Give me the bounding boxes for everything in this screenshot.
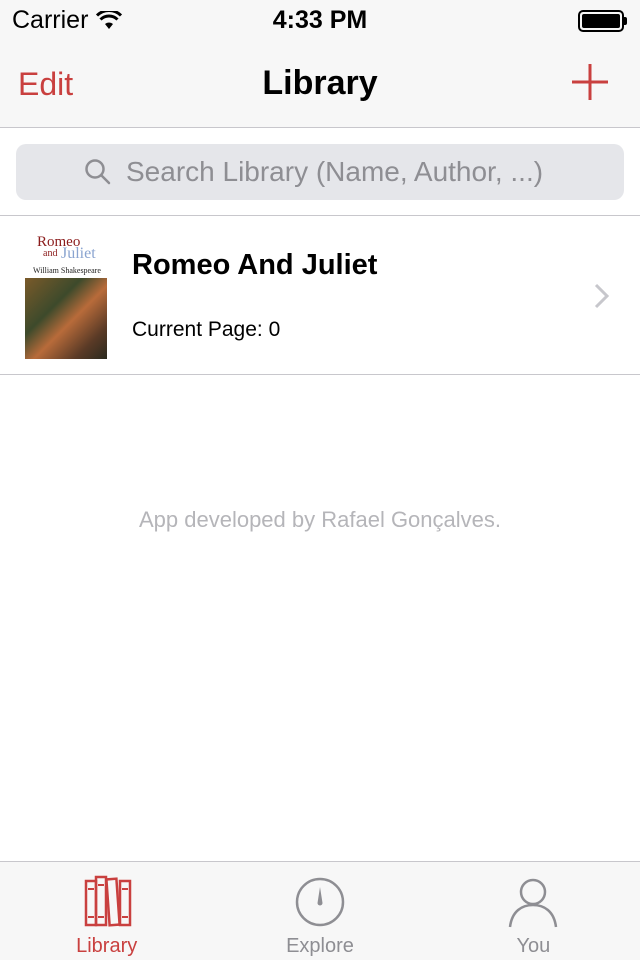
chevron-right-icon [594, 283, 610, 309]
person-icon [509, 878, 558, 928]
books-icon [84, 875, 131, 927]
status-time: 4:33 PM [272, 6, 368, 34]
search-bar-container [0, 129, 640, 216]
navigation-bar: Edit Library [0, 40, 640, 128]
tab-explore[interactable]: Explore [213, 862, 426, 960]
book-cover: Romeo and Juliet William Shakespeare [25, 232, 107, 359]
tab-you-label: You [516, 935, 551, 957]
compass-icon [295, 877, 345, 927]
plus-icon[interactable] [570, 62, 610, 102]
search-input[interactable] [126, 156, 556, 188]
cover-title-line2: and [43, 248, 58, 259]
page-title: Library [262, 64, 378, 102]
search-bar[interactable] [16, 144, 624, 200]
tab-you[interactable]: You [427, 862, 640, 960]
cover-painting [25, 278, 107, 359]
book-title: Romeo And Juliet [132, 249, 378, 281]
footer-credit: App developed by Rafael Gonçalves. [138, 507, 501, 532]
tab-library-label: Library [76, 935, 138, 957]
search-icon [85, 159, 111, 185]
status-bar: Carrier 4:33 PM [0, 0, 640, 40]
book-current-page: Current Page: 0 [132, 318, 281, 341]
book-list-item[interactable]: Romeo and Juliet William Shakespeare Rom… [0, 217, 640, 375]
tab-explore-label: Explore [286, 935, 354, 957]
cover-author: William Shakespeare [33, 266, 101, 275]
battery-icon [578, 10, 628, 32]
cover-title-line3: Juliet [61, 245, 96, 262]
tab-bar: Library Explore You [0, 861, 640, 960]
tab-library[interactable]: Library [0, 862, 213, 960]
